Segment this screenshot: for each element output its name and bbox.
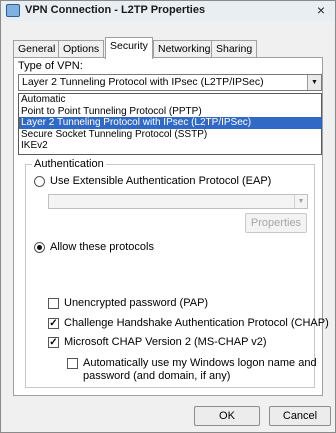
properties-window: VPN Connection - L2TP Properties × Gener… <box>0 0 336 433</box>
tab-security[interactable]: Security <box>105 37 153 59</box>
chevron-down-icon[interactable]: ▼ <box>307 75 321 90</box>
tab-sharing[interactable]: Sharing <box>211 40 258 58</box>
auto-logon-label-line2: password (and domain, if any) <box>83 370 231 382</box>
allow-protocols-label: Allow these protocols <box>50 241 154 253</box>
auto-logon-checkbox[interactable] <box>67 358 78 369</box>
tab-networking[interactable]: Networking <box>153 40 216 58</box>
eap-method-select: ▼ <box>48 194 308 209</box>
properties-button: Properties <box>245 213 307 233</box>
chap-checkbox[interactable]: ✓ <box>48 318 59 329</box>
vpn-type-dropdown-list: Automatic Point to Point Tunneling Proto… <box>18 93 322 155</box>
vpn-type-select[interactable]: Layer 2 Tunneling Protocol with IPsec (L… <box>18 74 322 91</box>
authentication-legend: Authentication <box>32 158 106 170</box>
vpn-option-pptp[interactable]: Point to Point Tunneling Protocol (PPTP) <box>19 106 321 118</box>
chevron-down-icon: ▼ <box>294 195 307 208</box>
vpn-option-ikev2[interactable]: IKEv2 <box>19 140 321 152</box>
chap-label: Challenge Handshake Authentication Proto… <box>64 317 329 329</box>
pap-checkbox[interactable] <box>48 298 59 309</box>
title-bar: VPN Connection - L2TP Properties × <box>1 1 335 21</box>
cancel-button[interactable]: Cancel <box>269 406 331 426</box>
vpn-type-selected: Layer 2 Tunneling Protocol with IPsec (L… <box>22 76 264 88</box>
vpn-option-sstp[interactable]: Secure Socket Tunneling Protocol (SSTP) <box>19 129 321 141</box>
vpn-option-l2tp[interactable]: Layer 2 Tunneling Protocol with IPsec (L… <box>19 117 321 129</box>
window-title: VPN Connection - L2TP Properties <box>25 4 206 16</box>
tab-general[interactable]: General <box>13 40 61 58</box>
eap-radio[interactable] <box>34 176 45 187</box>
vpn-type-label: Type of VPN: <box>18 60 83 72</box>
mschap-checkbox[interactable]: ✓ <box>48 337 59 348</box>
tab-options[interactable]: Options <box>58 40 105 58</box>
vpn-option-automatic[interactable]: Automatic <box>19 94 321 106</box>
eap-label: Use Extensible Authentication Protocol (… <box>50 175 272 187</box>
auto-logon-label-line1: Automatically use my Windows logon name … <box>83 357 317 369</box>
pap-label: Unencrypted password (PAP) <box>64 297 209 309</box>
close-icon[interactable]: × <box>313 2 329 18</box>
ok-button[interactable]: OK <box>194 406 260 426</box>
mschap-label: Microsoft CHAP Version 2 (MS-CHAP v2) <box>64 336 267 348</box>
network-connection-icon <box>6 4 20 17</box>
allow-protocols-radio[interactable] <box>34 242 45 253</box>
